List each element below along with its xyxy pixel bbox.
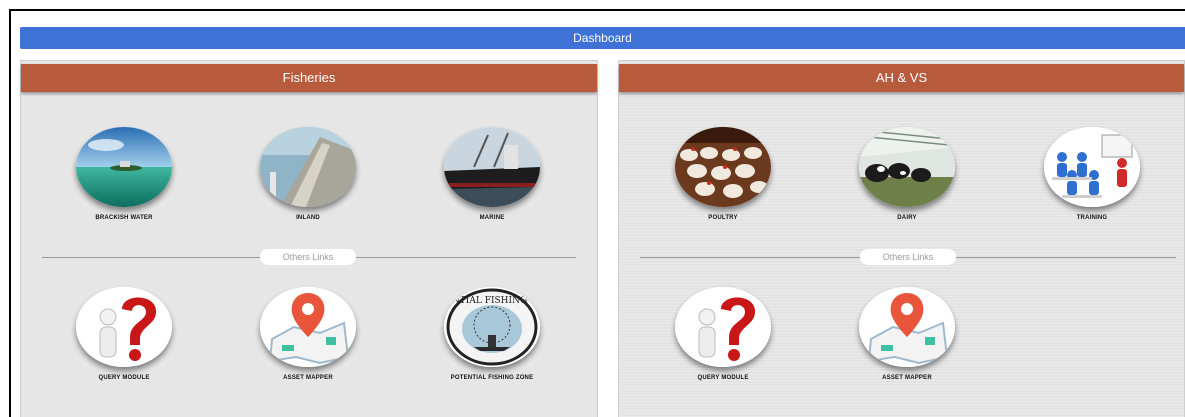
others-links-label: Others Links xyxy=(260,249,356,265)
tile-inland[interactable]: INLAND xyxy=(253,127,363,221)
tile-label: BRACKISH WATER xyxy=(95,215,153,221)
tile-label: TRAINING xyxy=(1076,215,1108,221)
tile-label: ASSET MAPPER xyxy=(882,375,932,381)
fisheries-panel-title: Fisheries xyxy=(21,64,597,92)
training-class-icon[interactable] xyxy=(1044,127,1140,207)
potential-fishing-zone-seal[interactable]: POTENTIAL FISHING ZONE xyxy=(444,287,540,367)
question-mark-icon[interactable] xyxy=(675,287,771,367)
map-pin-icon[interactable] xyxy=(859,287,955,367)
ship-icon[interactable] xyxy=(444,127,540,207)
dam-icon[interactable] xyxy=(260,127,356,207)
tile-label: MARINE xyxy=(479,215,505,221)
tile-label: POULTRY xyxy=(708,215,738,221)
svg-text:POTENTIAL FISHING ZONE: POTENTIAL FISHING ZONE xyxy=(444,296,540,306)
ah-vs-panel: AH & VS POULTRY DAIRY TRAINING Others Li… xyxy=(618,60,1185,417)
others-links-label: Others Links xyxy=(860,249,956,265)
chickens-icon[interactable] xyxy=(675,127,771,207)
tile-label: DAIRY xyxy=(897,215,917,221)
dashboard-header[interactable]: Dashboard xyxy=(20,27,1185,49)
tile-label: QUERY MODULE xyxy=(697,375,749,381)
tile-poultry[interactable]: POULTRY xyxy=(668,127,778,221)
fisheries-panel: Fisheries BRACKISH WATER INLAND MARINE O… xyxy=(20,60,598,417)
ah-vs-panel-title: AH & VS xyxy=(619,64,1184,92)
tile-marine[interactable]: MARINE xyxy=(437,127,547,221)
tile-brackish-water[interactable]: BRACKISH WATER xyxy=(69,127,179,221)
tile-dairy[interactable]: DAIRY xyxy=(852,127,962,221)
tile-label: QUERY MODULE xyxy=(98,375,150,381)
tile-label: ASSET MAPPER xyxy=(283,375,333,381)
tile-query-module[interactable]: QUERY MODULE xyxy=(668,287,778,381)
cows-barn-icon[interactable] xyxy=(859,127,955,207)
tile-label: POTENTIAL FISHING ZONE xyxy=(450,375,534,381)
tile-label: INLAND xyxy=(296,215,320,221)
tile-potential-fishing-zone[interactable]: POTENTIAL FISHING ZONE POTENTIAL FISHING… xyxy=(437,287,547,381)
tile-asset-mapper[interactable]: ASSET MAPPER xyxy=(253,287,363,381)
tile-training[interactable]: TRAINING xyxy=(1037,127,1147,221)
question-mark-icon[interactable] xyxy=(76,287,172,367)
island-water-icon[interactable] xyxy=(76,127,172,207)
tile-asset-mapper[interactable]: ASSET MAPPER xyxy=(852,287,962,381)
map-pin-icon[interactable] xyxy=(260,287,356,367)
tile-query-module[interactable]: QUERY MODULE xyxy=(69,287,179,381)
